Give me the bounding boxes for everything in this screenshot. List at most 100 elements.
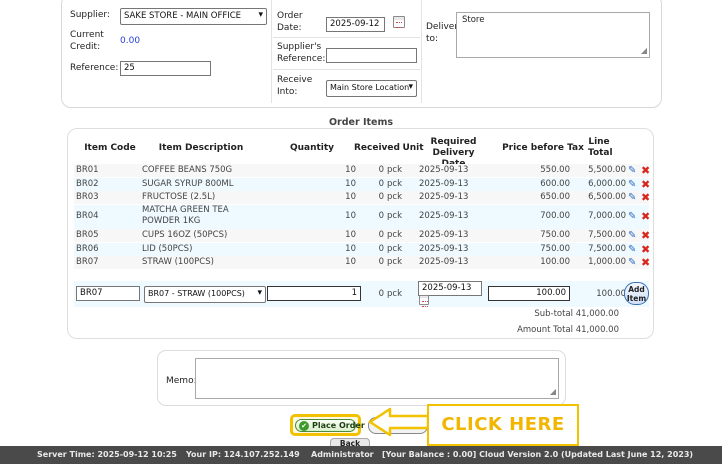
order-items-panel: Item Code Item Description Quantity Rece… (67, 128, 654, 339)
click-here-callout: CLICK HERE (427, 404, 579, 446)
item-price: 750.00 (540, 230, 570, 240)
quantity-input[interactable]: 1 (267, 286, 361, 301)
current-user: Administrator (311, 450, 374, 459)
column-header-price: Price before Tax (502, 143, 584, 153)
delete-icon[interactable]: ✖ (641, 230, 652, 241)
add-item-label-1: Add (628, 285, 645, 294)
resize-handle-icon[interactable]: ◢ (641, 46, 647, 55)
column-header-line-total: Line Total (588, 137, 613, 158)
calendar-icon[interactable] (419, 295, 429, 307)
column-divider (421, 0, 422, 103)
pencil-icon[interactable]: ✎ (628, 192, 639, 203)
item-unit: pck (387, 178, 402, 189)
item-quantity: 10 (345, 165, 356, 175)
amount-total-row: Amount Total 41,000.00 (517, 325, 619, 335)
reference-input[interactable]: 25 (120, 61, 211, 76)
delete-icon[interactable]: ✖ (641, 192, 652, 203)
item-price: 550.00 (540, 165, 570, 175)
item-quantity: 10 (345, 192, 356, 202)
item-unit: pck (387, 257, 402, 267)
delete-icon[interactable]: ✖ (641, 244, 652, 255)
delete-icon[interactable]: ✖ (641, 257, 652, 268)
balance-version: [Your Balance : 0.00] Cloud Version 2.0 … (382, 450, 694, 459)
calendar-icon[interactable] (393, 16, 405, 28)
order-header-panel: Supplier: SAKE STORE - MAIN OFFICE ▾ Cur… (61, 0, 662, 108)
deliver-to-textarea[interactable]: Store ◢ (456, 12, 650, 58)
pencil-icon[interactable]: ✎ (628, 230, 639, 241)
item-received: 0 (378, 210, 384, 221)
item-code: BR07 (76, 257, 99, 267)
price-input[interactable]: 100.00 (488, 286, 570, 301)
place-order-button[interactable]: ✔ Place Order (295, 419, 365, 432)
item-unit: pck (387, 210, 402, 221)
entry-unit: pck (387, 289, 402, 299)
item-line-total: 5,500.00 (588, 165, 626, 175)
order-date-label: Order Date: (277, 11, 303, 33)
item-unit: pck (387, 192, 402, 202)
item-quantity: 10 (345, 178, 356, 189)
item-received: 0 (378, 257, 384, 267)
add-item-button[interactable]: Add Item (624, 282, 649, 305)
delivery-date-input[interactable]: 2025-09-13 (418, 281, 482, 296)
receive-into-select[interactable]: Main Store Location ▾ (326, 80, 417, 97)
memo-textarea[interactable]: ◢ (195, 358, 559, 399)
deliver-to-value: Store (462, 15, 485, 25)
item-received: 0 (378, 165, 384, 175)
item-delivery-date: 2025-09-13 (419, 230, 469, 240)
item-unit: pck (387, 243, 402, 254)
status-bar: Server Time: 2025-09-12 10:25 Your IP: 1… (0, 446, 722, 464)
supplier-reference-input[interactable] (326, 48, 417, 63)
table-row: BR06 LID (50PCS) 10 0 pck 2025-09-13 750.00 7,5… (74, 242, 652, 256)
delete-icon[interactable]: ✖ (641, 211, 652, 222)
column-header-received: Received (354, 143, 400, 153)
item-description: FRUCTOSE (2.5L) (142, 192, 216, 202)
item-price: 750.00 (540, 243, 570, 254)
item-unit: pck (387, 165, 402, 175)
item-delivery-date: 2025-09-13 (419, 178, 469, 189)
item-code-input[interactable]: BR07 (76, 286, 140, 301)
order-date-input[interactable]: 2025-09-12 (326, 17, 385, 32)
table-row: BR07 STRAW (100PCS) 10 0 pck 2025-09-13 100.00… (74, 256, 652, 269)
credit-label: Current Credit: (70, 30, 104, 52)
entry-line-total: 100.00 (596, 289, 626, 299)
item-description: MATCHA GREEN TEA POWDER 1KG (142, 204, 229, 226)
item-received: 0 (378, 243, 384, 254)
client-ip: Your IP: 124.107.252.149 (186, 450, 300, 459)
item-unit: pck (387, 230, 402, 240)
subtotal-value: 41,000.00 (575, 309, 619, 319)
divider (273, 37, 420, 38)
supplier-select[interactable]: SAKE STORE - MAIN OFFICE ▾ (120, 8, 267, 25)
table-row: BR04 MATCHA GREEN TEA POWDER 1KG 10 0 pck 202… (74, 204, 652, 229)
table-row: BR03 FRUCTOSE (2.5L) 10 0 pck 2025-09-13 650.0… (74, 191, 652, 204)
item-price: 650.00 (540, 192, 570, 202)
item-delivery-date: 2025-09-13 (419, 210, 469, 221)
item-select[interactable]: BR07 - STRAW (100PCS) ▾ (144, 286, 266, 303)
item-code: BR03 (76, 192, 99, 202)
item-description: COFFEE BEANS 750G (142, 165, 233, 175)
subtotal-row: Sub-total 41,000.00 (534, 309, 619, 319)
item-received: 0 (378, 178, 384, 189)
supplier-reference-label: Supplier's Reference: (277, 42, 326, 64)
arrow-icon (368, 407, 430, 437)
item-description: SUGAR SYRUP 800ML (142, 178, 234, 189)
pencil-icon[interactable]: ✎ (628, 211, 639, 222)
pencil-icon[interactable]: ✎ (628, 257, 639, 268)
pencil-icon[interactable]: ✎ (628, 165, 639, 176)
supplier-label: Supplier: (70, 10, 110, 20)
entry-received: 0 (378, 289, 384, 299)
column-header-code: Item Code (84, 143, 136, 153)
deliver-to-label: Deliver to: (426, 22, 459, 44)
item-price: 100.00 (540, 257, 570, 267)
pencil-icon[interactable]: ✎ (628, 179, 639, 190)
item-quantity: 10 (345, 210, 356, 221)
item-code: BR05 (76, 230, 99, 240)
column-header-quantity: Quantity (289, 143, 335, 153)
server-time: Server Time: 2025-09-12 10:25 (37, 450, 177, 459)
resize-handle-icon[interactable]: ◢ (550, 387, 556, 396)
amount-total-label: Amount Total (517, 325, 574, 335)
delete-icon[interactable]: ✖ (641, 179, 652, 190)
table-header: Item Code Item Description Quantity Rece… (68, 135, 653, 169)
pencil-icon[interactable]: ✎ (628, 244, 639, 255)
item-select-value: BR07 - STRAW (100PCS) (148, 289, 245, 298)
delete-icon[interactable]: ✖ (641, 165, 652, 176)
